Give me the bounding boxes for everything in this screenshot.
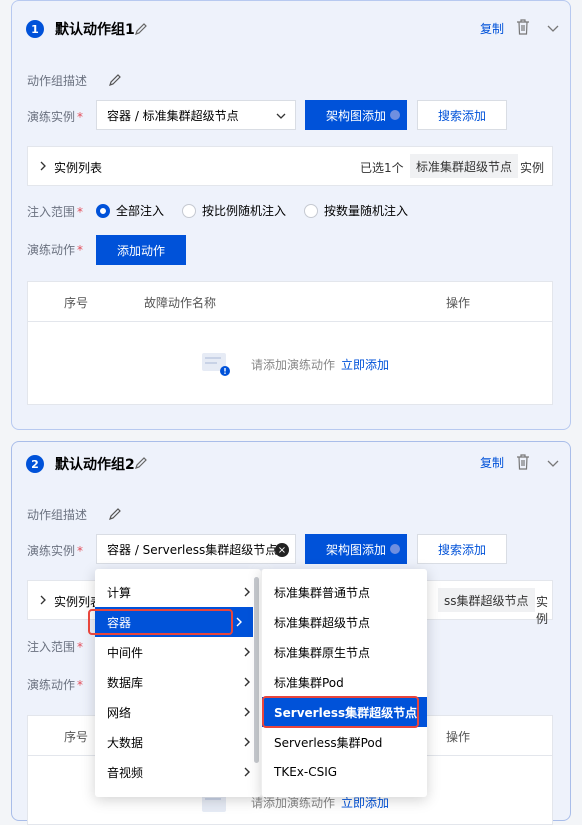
empty-state-text: 请添加演练动作 立即添加 — [251, 358, 390, 372]
action-label: 演练动作 * — [27, 243, 84, 257]
selected-tag: 标准集群超级节点 — [410, 154, 519, 178]
radio-icon — [182, 203, 196, 218]
col-index: 序号 — [64, 296, 89, 310]
instance-list-bar[interactable]: 实例列表 已选1个 标准集群超级节点 实例 — [27, 146, 553, 186]
description-label: 动作组描述 — [27, 508, 88, 522]
cascader-menu-level1: 计算 容器 中间件 数据库 网络 大数据 音视频 — [95, 569, 261, 797]
edit-title-icon[interactable] — [134, 456, 148, 470]
instance-select-value: 容器 / 标准集群超级节点 — [107, 108, 239, 123]
col-operation: 操作 — [446, 296, 471, 310]
group-number-badge: 2 — [26, 455, 44, 473]
search-add-button[interactable]: 搜索添加 — [417, 100, 507, 130]
chevron-right-icon — [40, 595, 46, 605]
chevron-right-icon — [244, 587, 250, 597]
add-action-button[interactable]: 添加动作 — [96, 235, 186, 265]
edit-description-icon[interactable] — [108, 507, 122, 521]
add-now-link[interactable]: 立即添加 — [341, 358, 389, 372]
radio-icon — [304, 203, 318, 218]
edit-title-icon[interactable] — [134, 22, 148, 36]
col-index: 序号 — [64, 730, 89, 744]
chevron-right-icon — [244, 677, 250, 687]
scrollbar[interactable] — [254, 577, 259, 763]
action-label: 演练动作 * — [27, 678, 84, 692]
cascader-item-compute[interactable]: 计算 — [95, 577, 261, 607]
highlight-container — [88, 609, 233, 635]
cascader-item-bigdata[interactable]: 大数据 — [95, 727, 261, 757]
cascader-item-database[interactable]: 数据库 — [95, 667, 261, 697]
cascader-item-std-normal-node[interactable]: 标准集群普通节点 — [262, 577, 427, 607]
selected-suffix: 实例 — [536, 595, 549, 626]
cascader-item-std-pod[interactable]: 标准集群Pod — [262, 667, 427, 697]
group-title: 默认动作组2 — [55, 457, 135, 473]
cascader-item-middleware[interactable]: 中间件 — [95, 637, 261, 667]
chevron-right-icon — [236, 617, 242, 627]
delete-group-icon[interactable] — [516, 454, 530, 470]
col-operation: 操作 — [446, 730, 471, 744]
radio-checked-icon — [96, 203, 110, 218]
cascader-item-std-native-node[interactable]: 标准集群原生节点 — [262, 637, 427, 667]
delete-group-icon[interactable] — [516, 19, 530, 35]
empty-state-icon — [202, 353, 230, 376]
col-action-name: 故障动作名称 — [144, 296, 217, 310]
chevron-right-icon — [40, 161, 46, 171]
instance-select[interactable]: 容器 / 标准集群超级节点 — [96, 100, 296, 130]
collapse-chevron-icon[interactable] — [546, 21, 560, 35]
add-now-link[interactable]: 立即添加 — [341, 796, 389, 810]
selected-tag: ss集群超级节点 — [438, 588, 535, 612]
selected-suffix: 实例 — [520, 161, 545, 175]
cascader-item-serverless-pod[interactable]: Serverless集群Pod — [262, 727, 427, 757]
instance-list-label: 实例列表 — [54, 161, 103, 175]
collapse-chevron-icon[interactable] — [546, 456, 560, 470]
search-add-button[interactable]: 搜索添加 — [417, 534, 507, 564]
cascader-item-network[interactable]: 网络 — [95, 697, 261, 727]
scope-option-all[interactable]: 全部注入 — [96, 202, 164, 219]
table-header: 序号 故障动作名称 操作 — [28, 282, 552, 322]
cascader-menu-level2: 标准集群普通节点 标准集群超级节点 标准集群原生节点 标准集群Pod Serve… — [261, 569, 427, 797]
description-label: 动作组描述 — [27, 74, 88, 88]
scope-label: 注入范围 * — [27, 640, 84, 654]
highlight-serverless — [262, 696, 419, 728]
instance-select[interactable]: 容器 / Serverless集群超级节点 × — [96, 534, 296, 564]
scope-option-ratio[interactable]: 按比例随机注入 — [182, 202, 286, 219]
chevron-right-icon — [244, 647, 250, 657]
chevron-right-icon — [244, 707, 250, 717]
instance-select-value: 容器 / Serverless集群超级节点 — [107, 542, 277, 557]
selected-count: 已选1个 — [360, 161, 404, 175]
chevron-right-icon — [244, 767, 250, 777]
cursor-indicator — [390, 544, 400, 554]
action-table: 序号 故障动作名称 操作 请添加演练动作 立即添加 — [27, 281, 553, 405]
cascader-item-std-super-node[interactable]: 标准集群超级节点 — [262, 607, 427, 637]
cascader-item-tkex-csig[interactable]: TKEx-CSIG — [262, 757, 427, 787]
cascader-item-media[interactable]: 音视频 — [95, 757, 261, 787]
group-title: 默认动作组1 — [55, 22, 135, 38]
chevron-right-icon — [244, 737, 250, 747]
copy-group-button[interactable]: 复制 — [480, 454, 504, 471]
scope-option-count[interactable]: 按数量随机注入 — [304, 202, 408, 219]
clear-selection-icon[interactable]: × — [275, 543, 289, 557]
chevron-down-icon — [276, 113, 286, 119]
cursor-indicator — [390, 110, 400, 120]
action-group-1: 1 默认动作组1 复制 动作组描述 演练实例 * 容器 / 标准集群超级节点 架构… — [11, 0, 571, 430]
instance-label: 演练实例 * — [27, 544, 84, 558]
edit-description-icon[interactable] — [108, 73, 122, 87]
instance-label: 演练实例 * — [27, 110, 84, 124]
scope-label: 注入范围 * — [27, 205, 84, 219]
group-number-badge: 1 — [26, 20, 44, 38]
copy-group-button[interactable]: 复制 — [480, 20, 504, 37]
